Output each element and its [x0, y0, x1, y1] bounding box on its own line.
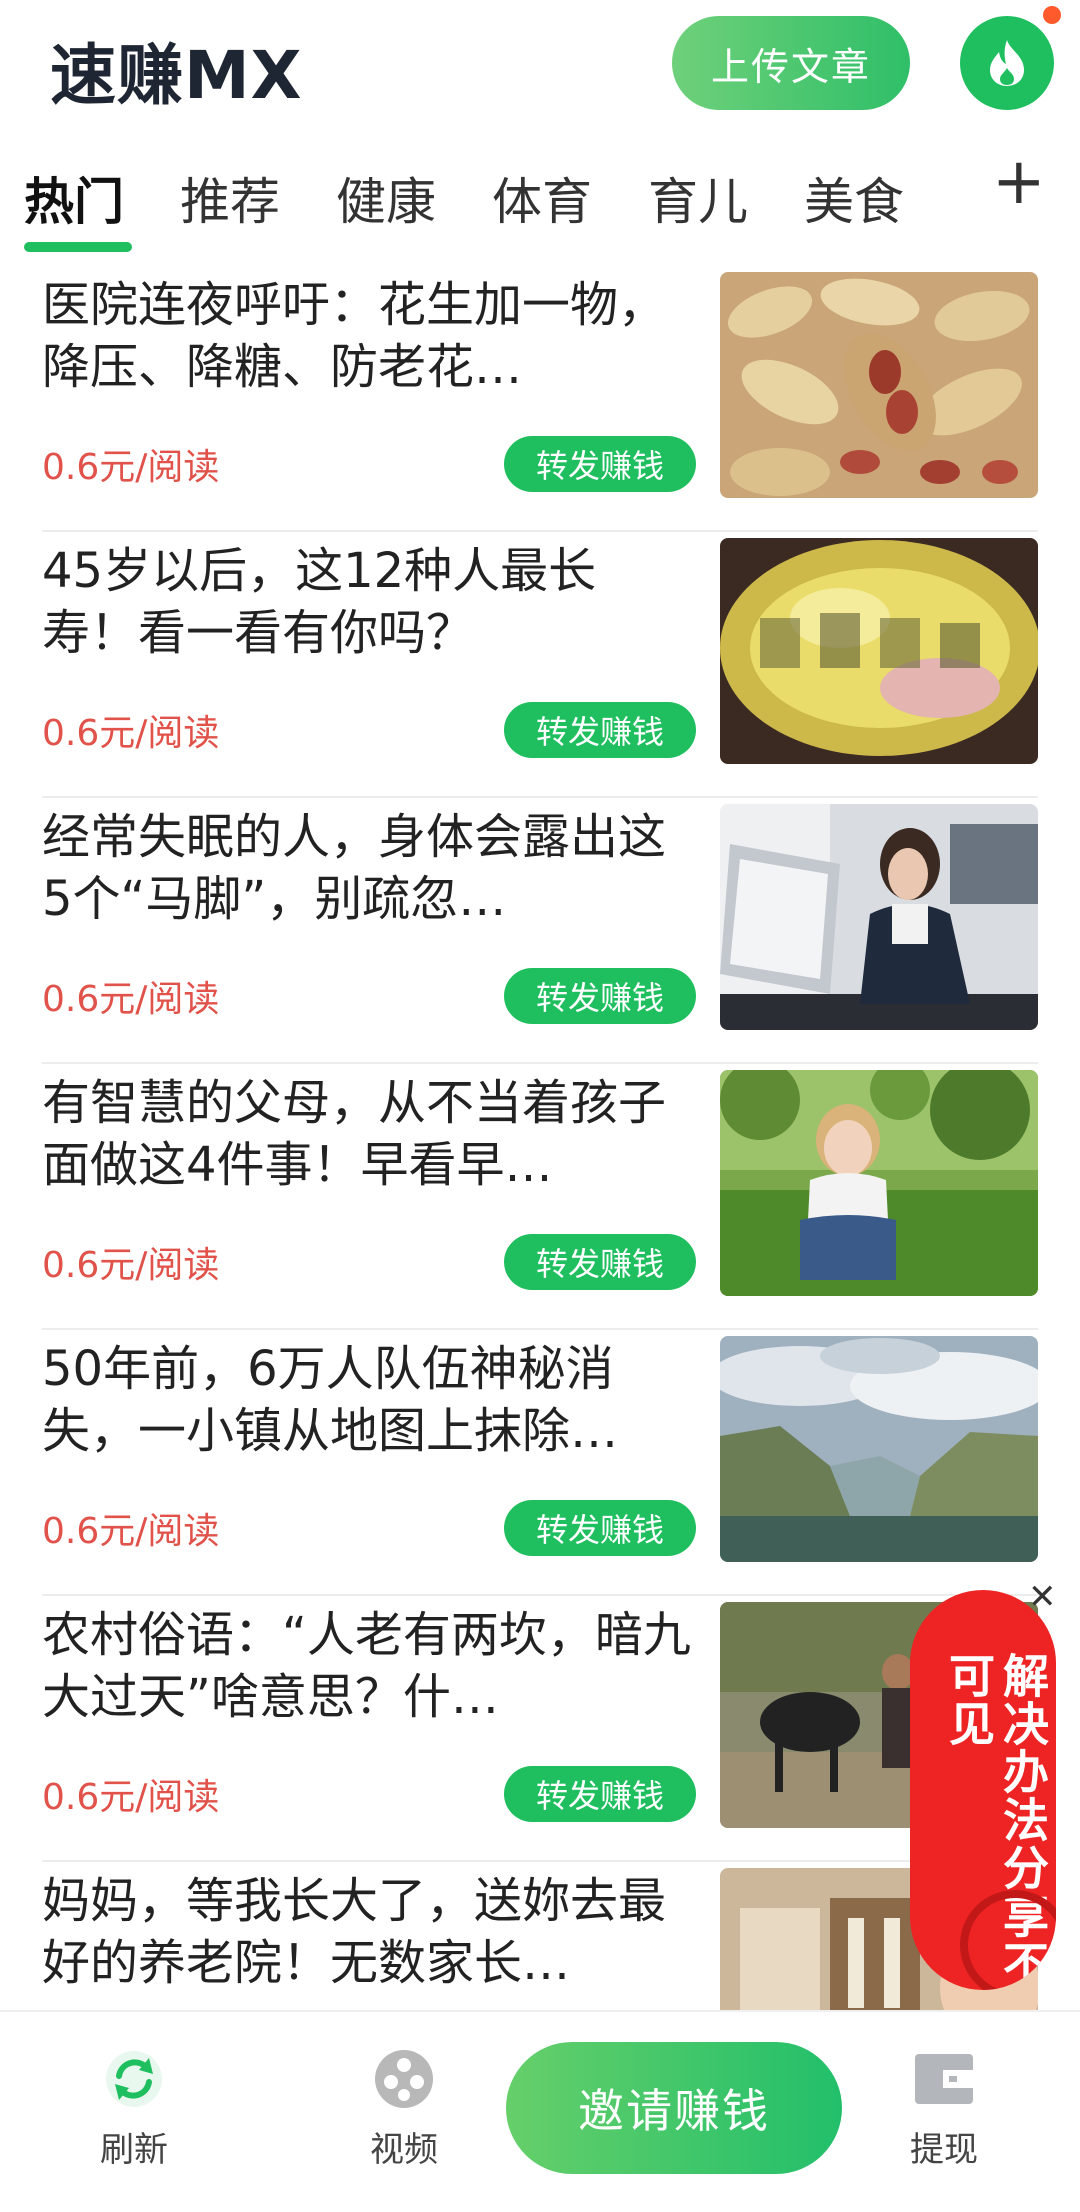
article-price: 0.6元/阅读: [42, 447, 220, 488]
nav-withdraw[interactable]: 提现: [874, 2048, 1014, 2171]
article-thumbnail[interactable]: [720, 804, 1038, 1030]
share-earn-button[interactable]: 转发赚钱: [504, 1766, 696, 1822]
tab-parenting[interactable]: 育儿: [648, 162, 748, 234]
article-thumbnail[interactable]: [720, 1336, 1038, 1562]
article-price: 0.6元/阅读: [42, 713, 220, 754]
nav-video-label: 视频: [370, 2130, 438, 2170]
article-thumbnail[interactable]: [720, 272, 1038, 498]
nav-withdraw-label: 提现: [910, 2130, 978, 2170]
upload-article-button[interactable]: 上传文章: [672, 16, 910, 110]
share-earn-button[interactable]: 转发赚钱: [504, 702, 696, 758]
app-header: 速赚MX 上传文章: [0, 0, 1080, 130]
share-earn-button[interactable]: 转发赚钱: [504, 1500, 696, 1556]
woman-at-desk-image: [720, 804, 1038, 1030]
article-title[interactable]: 妈妈，等我长大了，送妳去最好的养老院！无数家长…: [42, 1870, 692, 1994]
share-earn-button[interactable]: 转发赚钱: [504, 968, 696, 1024]
tab-food[interactable]: 美食: [804, 162, 904, 234]
article-price: 0.6元/阅读: [42, 1245, 220, 1286]
peanuts-image: [720, 272, 1038, 498]
article-price: 0.6元/阅读: [42, 979, 220, 1020]
category-tabs: 热门 推荐 健康 体育 育儿 美食 +: [0, 150, 1080, 260]
share-earn-button[interactable]: 转发赚钱: [504, 436, 696, 492]
river-canyon-image: [720, 1336, 1038, 1562]
invite-earn-button[interactable]: 邀请赚钱: [506, 2042, 842, 2174]
article-title[interactable]: 经常失眠的人，身体会露出这5个“马脚”，别疏忽…: [42, 806, 692, 930]
blurry-seal-image: [720, 538, 1038, 764]
article-title[interactable]: 有智慧的父母，从不当着孩子面做这4件事！早看早…: [42, 1072, 692, 1196]
tab-recommend[interactable]: 推荐: [180, 162, 280, 234]
wallet-icon: [915, 2054, 973, 2104]
article-thumbnail[interactable]: [720, 538, 1038, 764]
article-price: 0.6元/阅读: [42, 1511, 220, 1552]
article-title[interactable]: 医院连夜呼吁：花生加一物，降压、降糖、防老花…: [42, 274, 692, 398]
article-title[interactable]: 45岁以后，这12种人最长寿！看一看有你吗？: [42, 540, 692, 664]
bottom-navigation: 刷新 视频 邀请赚钱 提现: [0, 2010, 1080, 2212]
article-item[interactable]: 农村俗语：“人老有两坎，暗九大过天”啥意思？什… 0.6元/阅读 转发赚钱: [42, 1596, 1038, 1862]
nav-video[interactable]: 视频: [334, 2048, 474, 2171]
refresh-icon: [106, 2051, 162, 2107]
add-tab-button[interactable]: +: [992, 150, 1046, 214]
article-item[interactable]: 有智慧的父母，从不当着孩子面做这4件事！早看早… 0.6元/阅读 转发赚钱: [42, 1064, 1038, 1330]
promo-floating-banner[interactable]: 解决办法分享不可见: [910, 1590, 1056, 1990]
child-on-grass-image: [720, 1070, 1038, 1296]
active-tab-indicator: [24, 242, 132, 252]
article-item[interactable]: 45岁以后，这12种人最长寿！看一看有你吗？ 0.6元/阅读 转发赚钱: [42, 532, 1038, 798]
article-item[interactable]: 50年前，6万人队伍神秘消失，一小镇从地图上抹除… 0.6元/阅读 转发赚钱: [42, 1330, 1038, 1596]
article-item[interactable]: 医院连夜呼吁：花生加一物，降压、降糖、防老花… 0.6元/阅读 转发赚钱: [42, 266, 1038, 532]
tab-health[interactable]: 健康: [336, 162, 436, 234]
article-thumbnail[interactable]: [720, 1070, 1038, 1296]
notification-dot: [1043, 6, 1061, 24]
article-item[interactable]: 经常失眠的人，身体会露出这5个“马脚”，别疏忽… 0.6元/阅读 转发赚钱: [42, 798, 1038, 1064]
hot-button[interactable]: [960, 16, 1054, 110]
tab-sports[interactable]: 体育: [492, 162, 592, 234]
app-title: 速赚MX: [50, 37, 303, 114]
flame-icon: [990, 40, 1024, 86]
nav-refresh-label: 刷新: [100, 2130, 168, 2170]
article-title[interactable]: 50年前，6万人队伍神秘消失，一小镇从地图上抹除…: [42, 1338, 692, 1462]
article-price: 0.6元/阅读: [42, 1777, 220, 1818]
share-earn-button[interactable]: 转发赚钱: [504, 1234, 696, 1290]
tab-hot[interactable]: 热门: [24, 162, 124, 234]
film-reel-icon: [375, 2050, 433, 2108]
nav-refresh[interactable]: 刷新: [64, 2048, 204, 2171]
article-title[interactable]: 农村俗语：“人老有两坎，暗九大过天”啥意思？什…: [42, 1604, 692, 1728]
close-icon[interactable]: ✕: [1028, 1580, 1057, 1614]
